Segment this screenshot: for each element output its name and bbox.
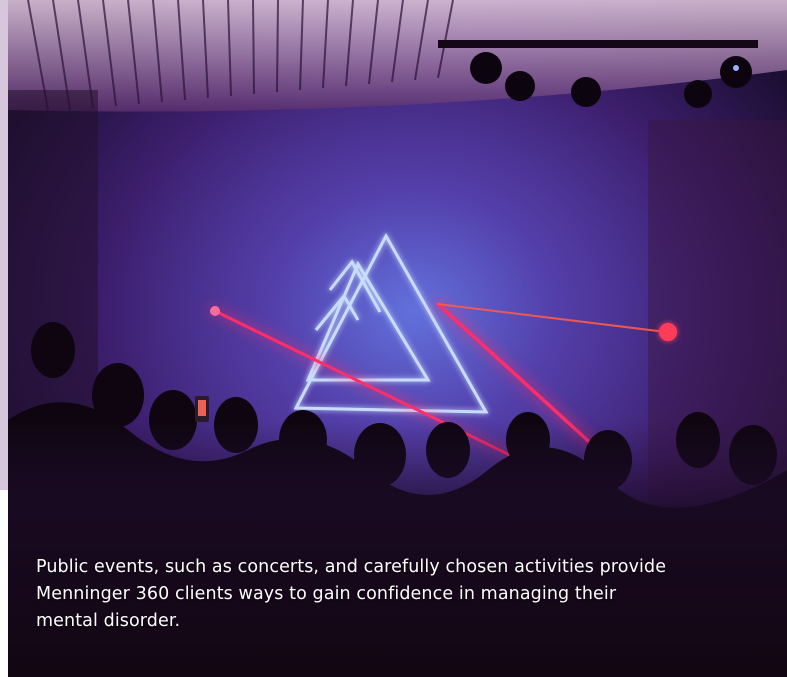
photo-caption: Public events, such as concerts, and car… bbox=[36, 557, 667, 631]
caption-backdrop bbox=[8, 420, 787, 677]
page: Public events, such as concerts, and car… bbox=[0, 0, 787, 677]
phone-screen bbox=[198, 400, 206, 416]
side-strip bbox=[0, 0, 8, 490]
